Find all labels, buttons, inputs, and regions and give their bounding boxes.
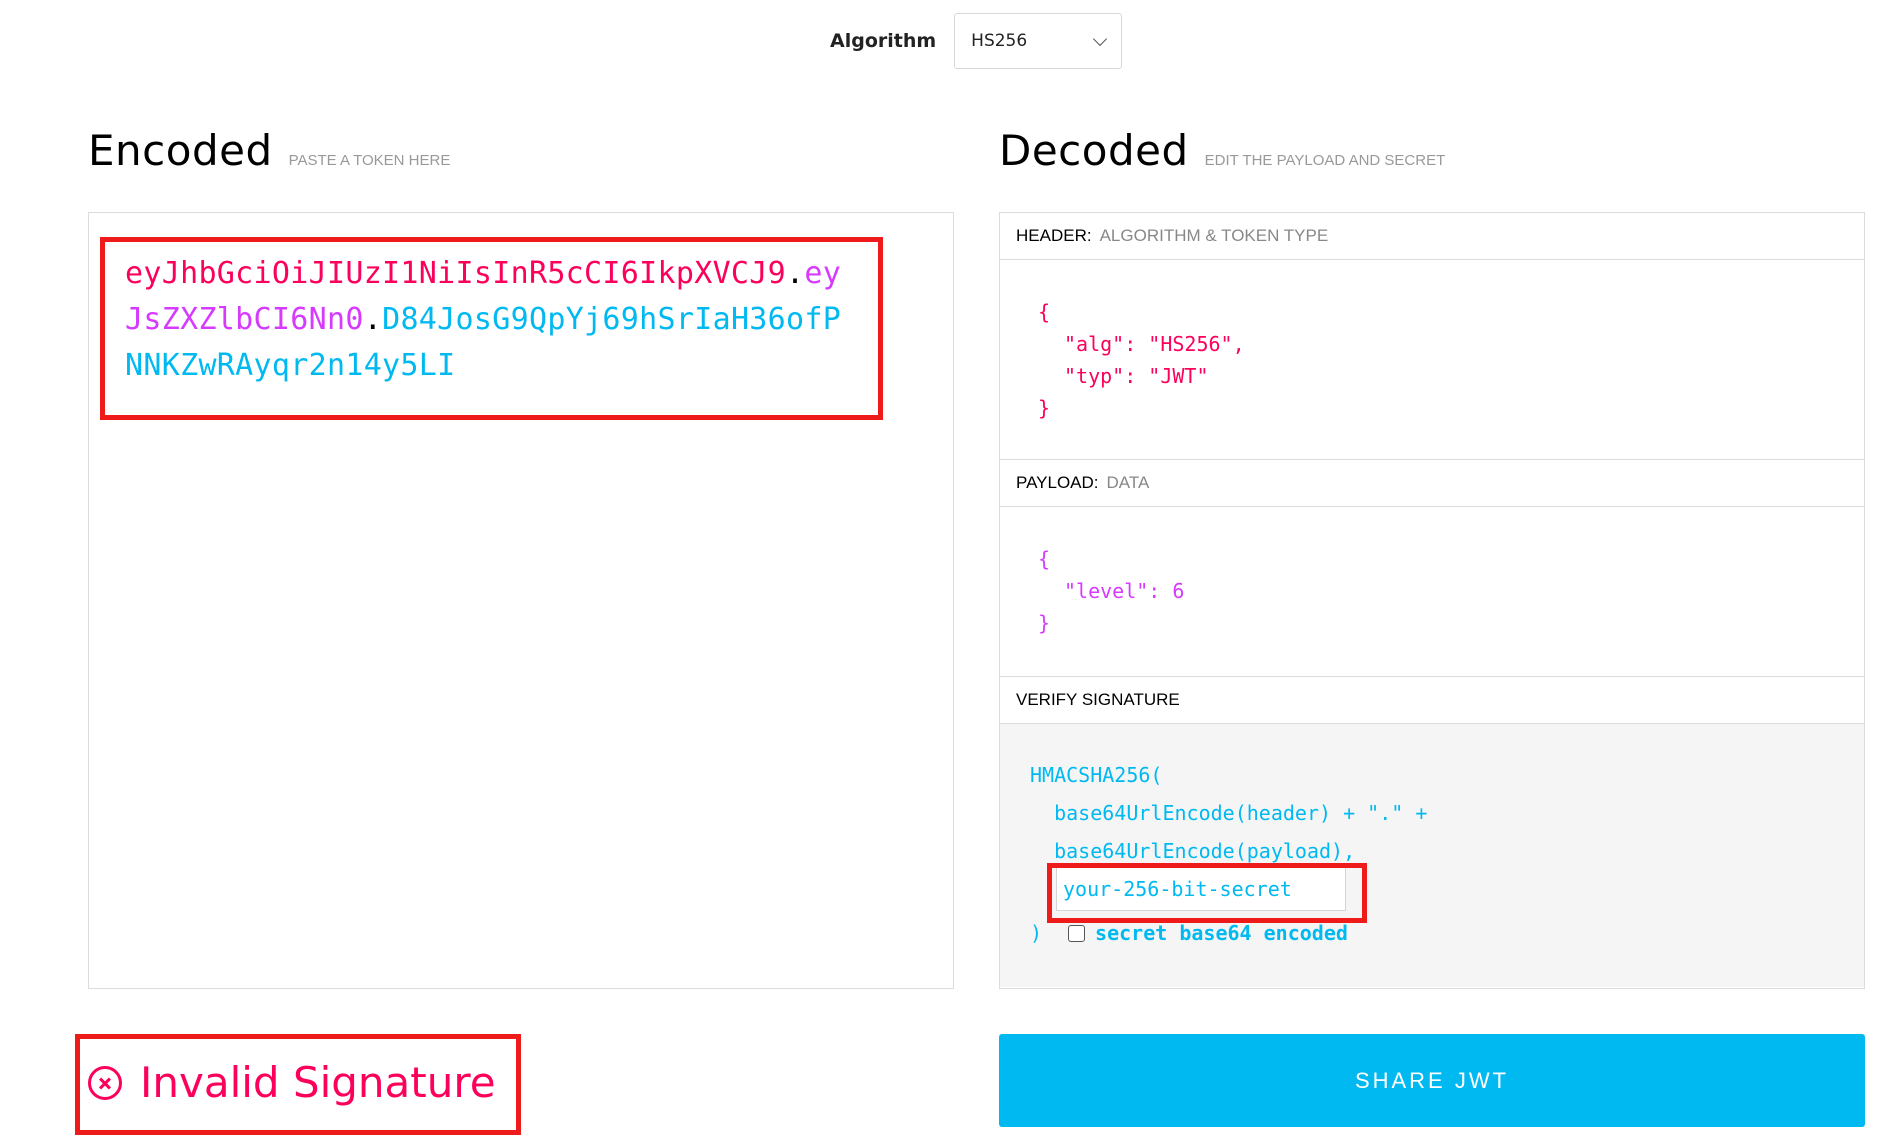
encoded-hint: PASTE A TOKEN HERE <box>288 152 451 169</box>
secret-input[interactable] <box>1056 867 1346 911</box>
decoded-title: Decoded <box>999 126 1189 175</box>
algorithm-row: Algorithm HS256 <box>830 12 1123 70</box>
encode-payload-line: base64UrlEncode(payload), <box>1030 839 1356 863</box>
header-section-title: HEADER: ALGORITHM & TOKEN TYPE <box>1000 213 1864 260</box>
payload-json-editor[interactable]: { "level": 6 } <box>1000 507 1864 677</box>
encoded-heading: Encoded PASTE A TOKEN HERE <box>88 126 450 175</box>
header-typ-line: "typ": "JWT" <box>1064 364 1209 388</box>
base64-secret-checkbox[interactable] <box>1068 924 1086 942</box>
algorithm-selected-value: HS256 <box>971 31 1028 51</box>
json-brace-close: } <box>1038 611 1051 635</box>
algorithm-select[interactable]: HS256 <box>954 13 1123 69</box>
header-section-key: HEADER: <box>1016 226 1092 245</box>
base64-secret-label[interactable]: secret base64 encoded <box>1095 914 1348 952</box>
algorithm-label: Algorithm <box>830 30 937 52</box>
hmac-close-paren: ) <box>1030 921 1043 945</box>
decoded-panel: HEADER: ALGORITHM & TOKEN TYPE { "alg": … <box>999 212 1865 989</box>
token-dot: . <box>363 302 383 337</box>
decoded-heading: Decoded EDIT THE PAYLOAD AND SECRET <box>999 126 1445 175</box>
payload-section-desc: DATA <box>1106 473 1150 492</box>
encoded-title: Encoded <box>88 126 273 175</box>
chevron-down-icon <box>1093 31 1108 46</box>
signature-status-text: Invalid Signature <box>140 1058 496 1107</box>
hmac-function-line: HMACSHA256( <box>1030 763 1163 787</box>
token-dot: . <box>786 256 805 291</box>
encode-header-line: base64UrlEncode(header) + "." + <box>1030 801 1428 825</box>
verify-section-key: VERIFY SIGNATURE <box>1016 690 1180 709</box>
x-circle-icon <box>88 1065 122 1100</box>
encoded-token-editor[interactable]: eyJhbGciOiJIUzI1NiIsInR5cCI6IkpXVCJ9.eyJ… <box>88 212 954 989</box>
verify-section-title: VERIFY SIGNATURE <box>1000 677 1864 724</box>
payload-section-key: PAYLOAD: <box>1016 473 1099 492</box>
json-brace-close: } <box>1038 396 1051 420</box>
share-jwt-button[interactable]: SHARE JWT <box>999 1034 1865 1127</box>
header-alg-line: "alg": "HS256", <box>1064 332 1245 356</box>
payload-section-title: PAYLOAD: DATA <box>1000 460 1864 507</box>
verify-close-row: ) secret base64 encoded <box>1030 914 1348 952</box>
json-brace-open: { <box>1038 300 1051 324</box>
json-brace-open: { <box>1038 547 1051 571</box>
signature-status: Invalid Signature <box>88 1058 496 1107</box>
encoded-token[interactable]: eyJhbGciOiJIUzI1NiIsInR5cCI6IkpXVCJ9.eyJ… <box>125 251 845 389</box>
payload-level-line: "level": 6 <box>1064 579 1185 603</box>
token-header-part: eyJhbGciOiJIUzI1NiIsInR5cCI6IkpXVCJ9 <box>125 256 787 291</box>
header-section-desc: ALGORITHM & TOKEN TYPE <box>1099 226 1329 245</box>
decoded-hint: EDIT THE PAYLOAD AND SECRET <box>1204 152 1446 169</box>
verify-signature-body: HMACSHA256( base64UrlEncode(header) + ".… <box>1000 724 1864 987</box>
header-json-editor[interactable]: { "alg": "HS256", "typ": "JWT" } <box>1000 260 1864 460</box>
